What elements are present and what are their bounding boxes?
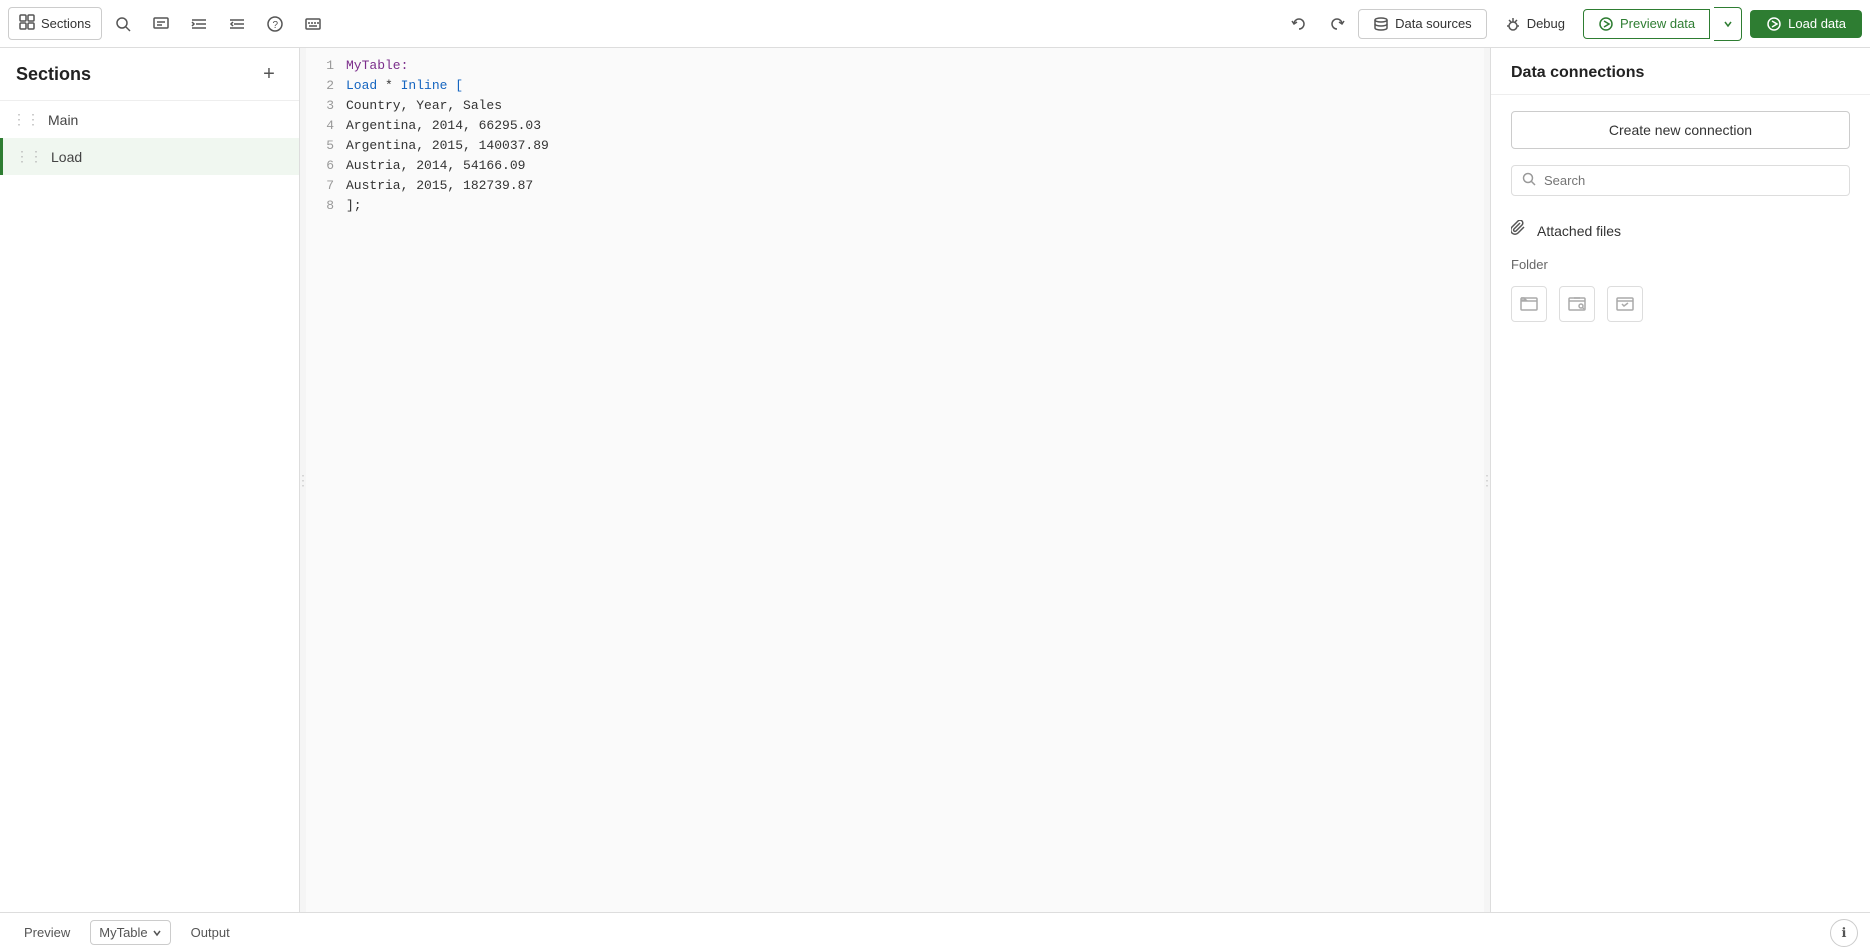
add-section-button[interactable]: + [255,60,283,88]
help-button[interactable]: ? [258,7,292,41]
search-box [1511,165,1850,196]
line-number: 5 [306,136,346,156]
table-selector[interactable]: MyTable [90,920,170,945]
sidebar-item-label-main: Main [48,112,287,128]
attached-files-section: Attached files [1491,212,1870,253]
info-icon: ℹ [1842,925,1847,941]
output-tab-label: Output [191,925,230,940]
preview-data-chevron[interactable] [1714,7,1742,41]
sidebar: Sections + ⋮⋮ Main ⋮⋮ Load [0,48,300,912]
line-number: 8 [306,196,346,216]
line-code[interactable]: Argentina, 2015, 140037.89 [346,136,1484,156]
sidebar-title: Sections [16,64,91,85]
line-number: 6 [306,156,346,176]
line-number: 4 [306,116,346,136]
folder-icon-2[interactable] [1559,286,1595,322]
data-sources-button[interactable]: Data sources [1358,9,1487,39]
folder-icon-3[interactable] [1607,286,1643,322]
drag-handle-main: ⋮⋮ [12,111,40,128]
line-number: 2 [306,76,346,96]
line-number: 1 [306,56,346,76]
preview-data-label: Preview data [1620,16,1695,31]
svg-text:?: ? [272,20,278,31]
debug-label: Debug [1527,16,1565,31]
code-line: 5Argentina, 2015, 140037.89 [306,136,1484,156]
info-button[interactable]: ℹ [1830,919,1858,947]
line-code[interactable]: Austria, 2015, 182739.87 [346,176,1484,196]
load-data-label: Load data [1788,16,1846,31]
paperclip-icon [1511,220,1527,241]
sidebar-header: Sections + [0,48,299,101]
code-line: 6Austria, 2014, 54166.09 [306,156,1484,176]
line-code[interactable]: Austria, 2014, 54166.09 [346,156,1484,176]
table-name: MyTable [99,925,147,940]
create-connection-button[interactable]: Create new connection [1511,111,1850,149]
keyboard-button[interactable] [296,7,330,41]
comment-button[interactable] [144,7,178,41]
toolbar: Sections ? [0,0,1870,48]
output-tab[interactable]: Output [179,919,242,946]
sidebar-item-load[interactable]: ⋮⋮ Load [0,138,299,175]
folder-icons [1491,282,1870,326]
right-panel: Data connections Create new connection A… [1490,48,1870,912]
line-code[interactable]: MyTable: [346,56,1484,76]
editor-content: 1MyTable:2Load * Inline [3Country, Year,… [306,48,1484,912]
main-layout: Sections + ⋮⋮ Main ⋮⋮ Load 1MyTable:2Loa… [0,48,1870,912]
attached-files-label: Attached files [1537,223,1621,239]
right-panel-title: Data connections [1491,48,1870,95]
code-line: 2Load * Inline [ [306,76,1484,96]
code-line: 3Country, Year, Sales [306,96,1484,116]
bottom-bar: Preview MyTable Output ℹ [0,912,1870,952]
line-number: 7 [306,176,346,196]
debug-button[interactable]: Debug [1491,10,1579,38]
preview-tab[interactable]: Preview [12,919,82,946]
sections-icon [19,14,35,33]
editor-area[interactable]: 1MyTable:2Load * Inline [3Country, Year,… [306,48,1484,912]
preview-tab-label: Preview [24,925,70,940]
code-line: 8]; [306,196,1484,216]
load-data-button[interactable]: Load data [1750,10,1862,38]
data-sources-label: Data sources [1395,16,1472,31]
folder-label: Folder [1491,253,1870,282]
create-connection-label: Create new connection [1609,122,1752,138]
sections-button[interactable]: Sections [8,7,102,40]
line-code[interactable]: ]; [346,196,1484,216]
sections-label: Sections [41,16,91,31]
undo-button[interactable] [1282,7,1316,41]
preview-data-button[interactable]: Preview data [1583,9,1710,39]
code-line: 1MyTable: [306,56,1484,76]
sidebar-item-main[interactable]: ⋮⋮ Main [0,101,299,138]
outdent-button[interactable] [220,7,254,41]
search-toolbar-button[interactable] [106,7,140,41]
line-code[interactable]: Country, Year, Sales [346,96,1484,116]
code-line: 7Austria, 2015, 182739.87 [306,176,1484,196]
redo-button[interactable] [1320,7,1354,41]
line-code[interactable]: Load * Inline [ [346,76,1484,96]
drag-handle-load: ⋮⋮ [15,148,43,165]
code-line: 4Argentina, 2014, 66295.03 [306,116,1484,136]
sidebar-item-label-load: Load [51,149,287,165]
indent-button[interactable] [182,7,216,41]
folder-icon-1[interactable] [1511,286,1547,322]
search-icon [1522,172,1536,189]
line-code[interactable]: Argentina, 2014, 66295.03 [346,116,1484,136]
line-number: 3 [306,96,346,116]
search-input[interactable] [1544,173,1839,188]
